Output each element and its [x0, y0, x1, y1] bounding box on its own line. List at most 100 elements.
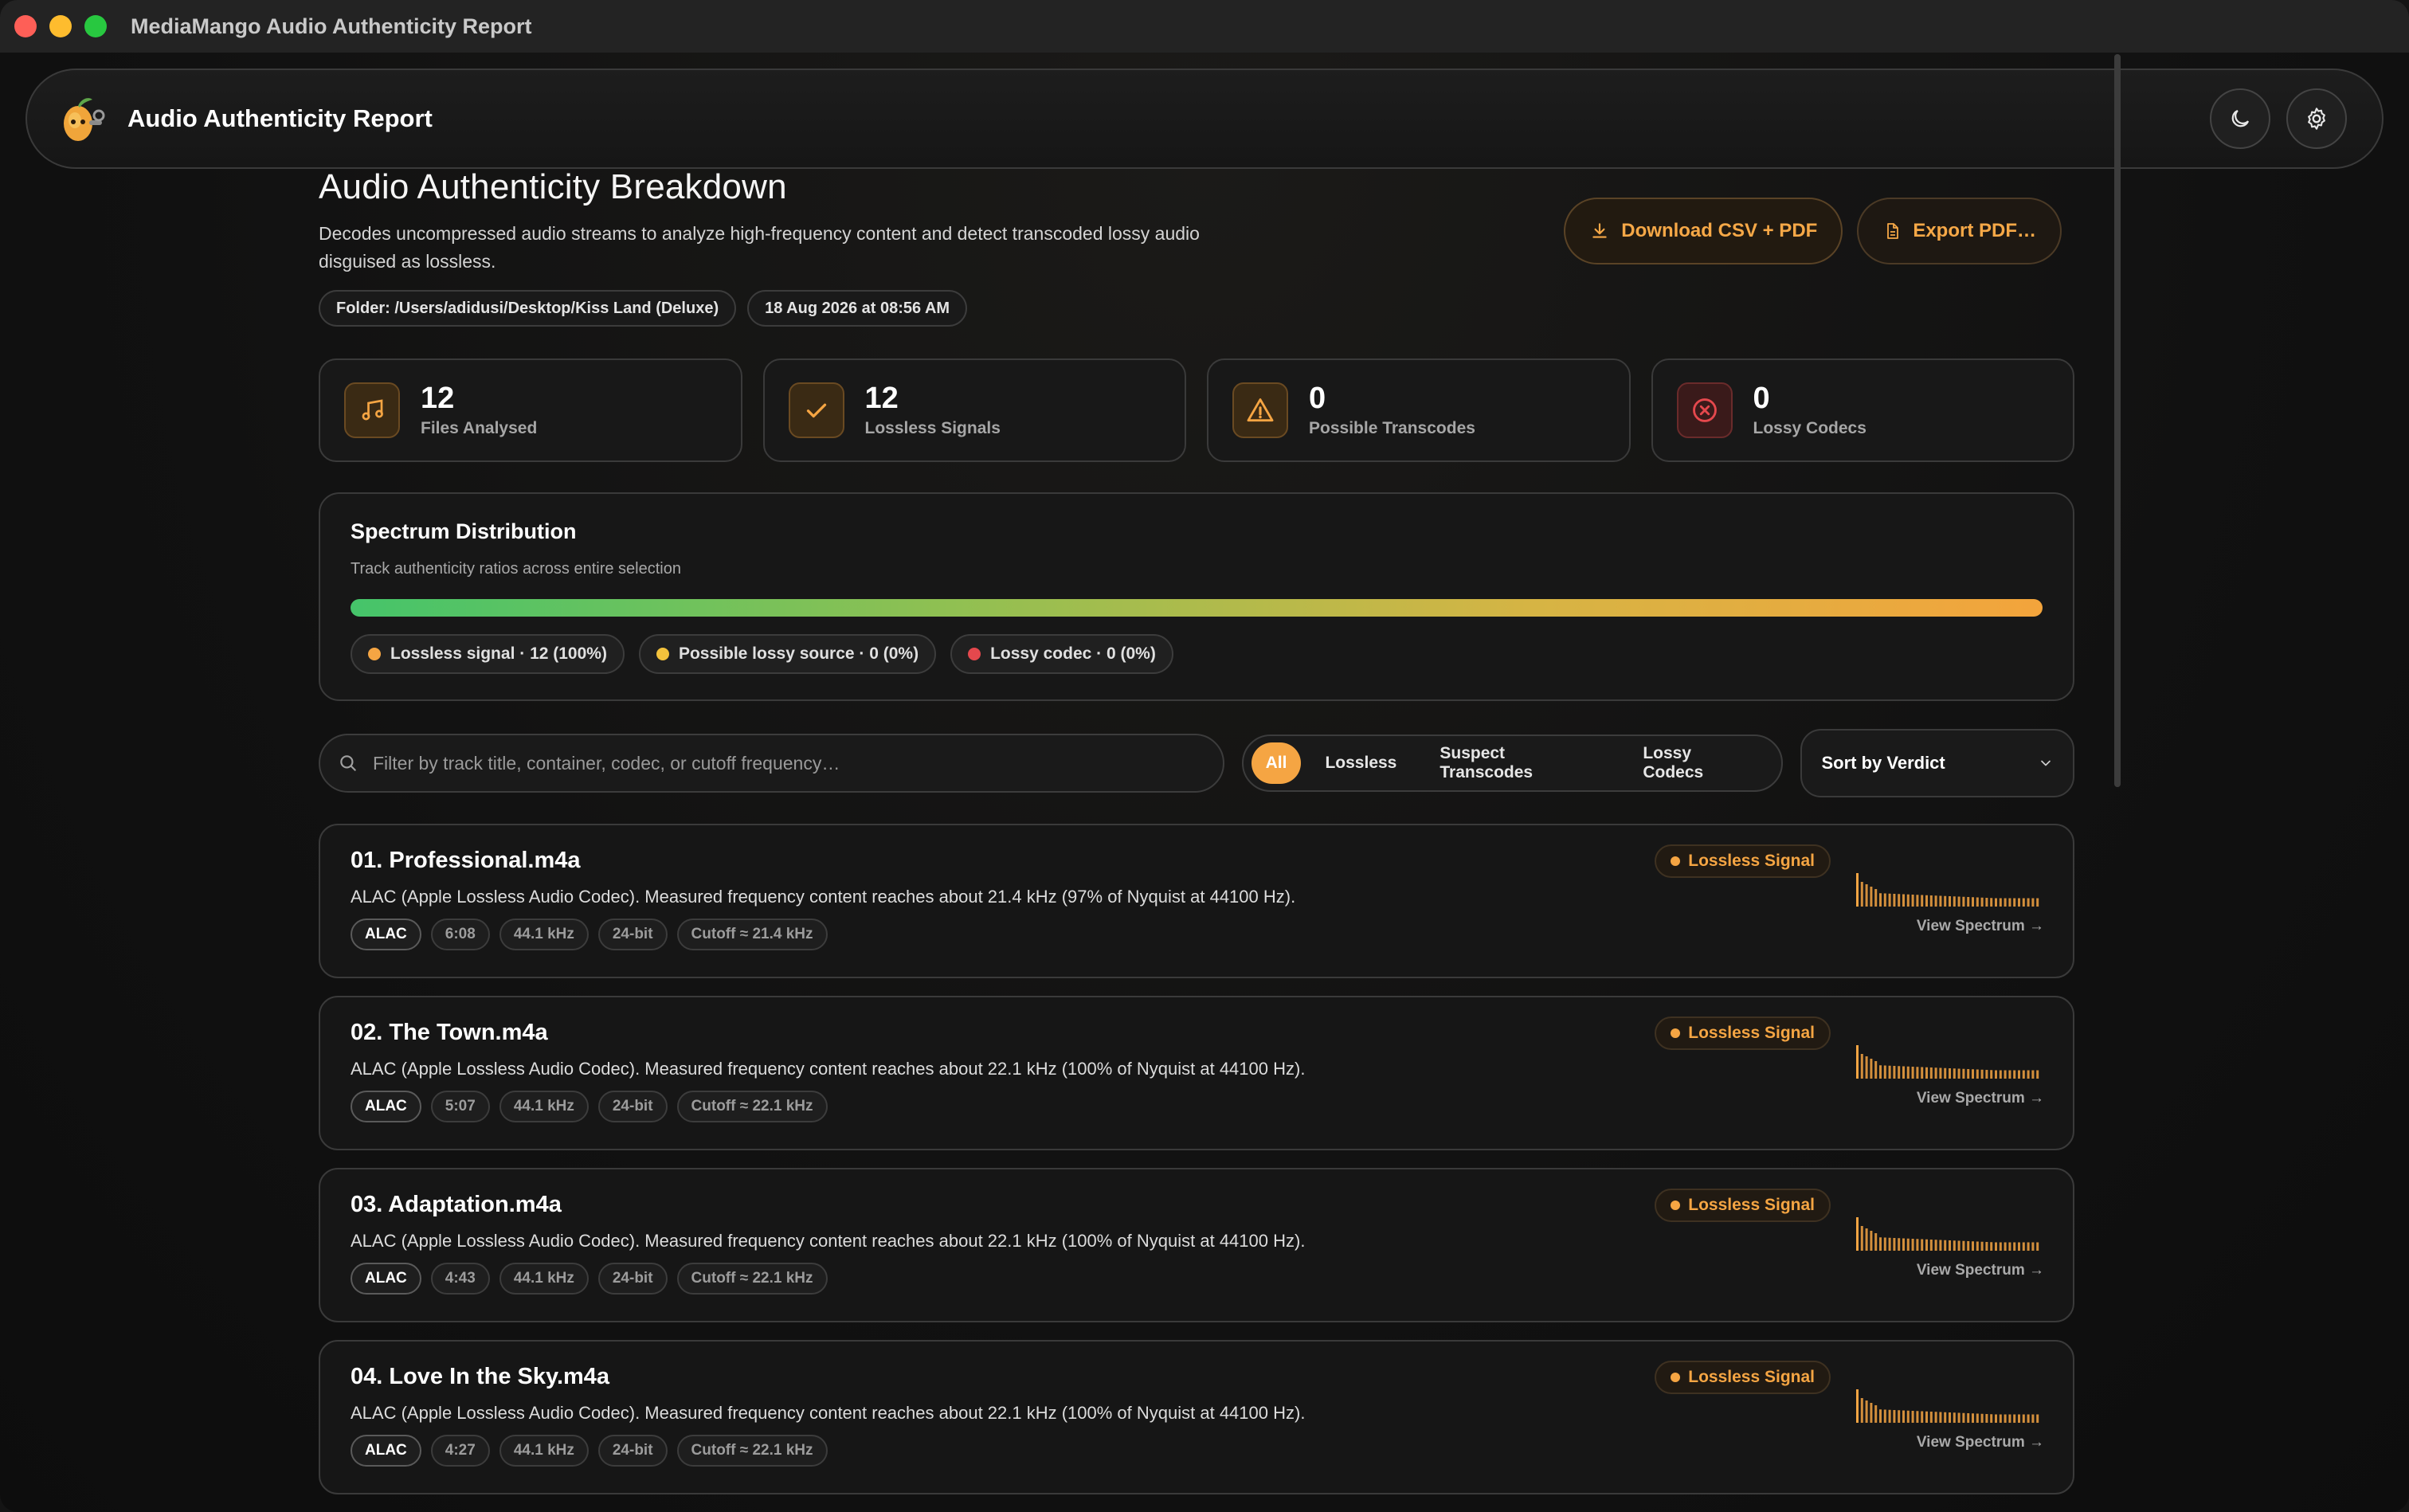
track-chips: ALAC 4:43 44.1 kHz 24-bit Cutoff ≈ 22.1 … — [351, 1263, 2043, 1295]
bit-depth-chip: 24-bit — [597, 1263, 668, 1295]
segment-lossless[interactable]: Lossless — [1306, 742, 1416, 784]
track-card[interactable]: 01. Professional.m4a ALAC (Apple Lossles… — [319, 824, 2074, 978]
warning-icon — [1232, 382, 1288, 438]
search-placeholder: Filter by track title, container, codec,… — [373, 752, 840, 774]
spectrum-legend: Lossless signal · 12 (100%) Possible los… — [351, 634, 2043, 674]
mini-spectrum-icon — [1856, 873, 2039, 907]
sample-rate-chip: 44.1 kHz — [499, 919, 589, 950]
stat-value: 0 — [1309, 382, 1326, 415]
bit-depth-chip: 24-bit — [597, 1091, 668, 1122]
track-description: ALAC (Apple Lossless Audio Codec). Measu… — [351, 1403, 1306, 1423]
chevron-down-icon — [2041, 760, 2051, 766]
search-icon — [340, 755, 356, 771]
mini-spectrum-icon — [1856, 1045, 2039, 1079]
checkmark-icon — [788, 382, 844, 438]
stat-lossy-codecs: 0 Lossy Codecs — [1651, 358, 2074, 462]
duration-chip: 6:08 — [430, 919, 490, 950]
stat-files-analysed: 12 Files Analysed — [319, 358, 742, 462]
mini-spectrum-icon — [1856, 1389, 2039, 1423]
minimize-window-button[interactable] — [49, 15, 72, 37]
verdict-label: Lossless Signal — [1688, 1196, 1815, 1214]
verdict-label: Lossless Signal — [1688, 852, 1815, 870]
theme-toggle-button[interactable] — [2210, 88, 2270, 149]
download-icon — [1592, 223, 1607, 238]
view-spectrum-link[interactable]: View Spectrum → — [1917, 1434, 2044, 1451]
view-spectrum-link[interactable]: View Spectrum → — [1917, 918, 2044, 935]
close-window-button[interactable] — [14, 15, 37, 37]
track-chips: ALAC 6:08 44.1 kHz 24-bit Cutoff ≈ 21.4 … — [351, 919, 2043, 950]
track-card[interactable]: 03. Adaptation.m4a ALAC (Apple Lossless … — [319, 1168, 2074, 1322]
track-description: ALAC (Apple Lossless Audio Codec). Measu… — [351, 1231, 1306, 1251]
segment-all[interactable]: All — [1251, 742, 1302, 784]
dot-icon — [368, 648, 381, 660]
track-card[interactable]: 02. The Town.m4a ALAC (Apple Lossless Au… — [319, 996, 2074, 1150]
verdict-label: Lossless Signal — [1688, 1024, 1815, 1042]
verdict-badge: Lossless Signal — [1655, 1361, 1831, 1394]
dot-icon — [1671, 1028, 1681, 1038]
music-note-icon — [344, 382, 400, 438]
track-chips: ALAC 4:27 44.1 kHz 24-bit Cutoff ≈ 22.1 … — [351, 1435, 2043, 1467]
mini-spectrum-icon — [1856, 1217, 2039, 1251]
legend-lossy-codec: Lossy codec · 0 (0%) — [950, 634, 1173, 674]
segment-lossy-codecs[interactable]: Lossy Codecs — [1624, 742, 1773, 784]
report-actions: Download CSV + PDF Export PDF… — [1564, 198, 2062, 264]
legend-label: Possible lossy source · 0 (0%) — [678, 644, 919, 663]
sample-rate-chip: 44.1 kHz — [499, 1263, 589, 1295]
zoom-window-button[interactable] — [84, 15, 107, 37]
verdict-badge: Lossless Signal — [1655, 1189, 1831, 1222]
app-window: MediaMango Audio Authenticity Report Aud… — [0, 0, 2409, 1512]
dot-icon — [1671, 856, 1681, 866]
mango-logo-icon — [54, 92, 108, 146]
export-pdf-button[interactable]: Export PDF… — [1857, 198, 2062, 264]
sort-dropdown[interactable]: Sort by Verdict — [1800, 729, 2074, 797]
document-icon — [1887, 223, 1899, 239]
dot-icon — [1671, 1201, 1681, 1210]
sample-rate-chip: 44.1 kHz — [499, 1091, 589, 1122]
track-description: ALAC (Apple Lossless Audio Codec). Measu… — [351, 887, 1296, 907]
cutoff-chip: Cutoff ≈ 22.1 kHz — [676, 1435, 828, 1467]
track-card[interactable]: 04. Love In the Sky.m4a ALAC (Apple Loss… — [319, 1340, 2074, 1494]
bit-depth-chip: 24-bit — [597, 919, 668, 950]
error-icon — [1676, 382, 1733, 438]
cutoff-chip: Cutoff ≈ 22.1 kHz — [676, 1263, 828, 1295]
window-controls — [14, 15, 107, 37]
legend-label: Lossy codec · 0 (0%) — [990, 644, 1156, 663]
stat-label: Lossless Signals — [864, 419, 1001, 437]
codec-chip: ALAC — [351, 1435, 421, 1467]
settings-button[interactable] — [2286, 88, 2347, 149]
cutoff-chip: Cutoff ≈ 22.1 kHz — [676, 1091, 828, 1122]
dot-icon — [656, 648, 669, 660]
verdict-badge: Lossless Signal — [1655, 1016, 1831, 1050]
spectrum-distribution-card: Spectrum Distribution Track authenticity… — [319, 492, 2074, 701]
sort-label: Sort by Verdict — [1821, 753, 1945, 773]
stat-label: Files Analysed — [421, 419, 538, 437]
view-spectrum-link[interactable]: View Spectrum → — [1917, 1262, 2044, 1279]
folder-chip: Folder: /Users/adidusi/Desktop/Kiss Land… — [319, 290, 737, 327]
stat-label: Possible Transcodes — [1309, 419, 1475, 437]
segment-suspect-transcodes[interactable]: Suspect Transcodes — [1420, 742, 1619, 784]
view-spectrum-link[interactable]: View Spectrum → — [1917, 1090, 2044, 1107]
export-label: Export PDF… — [1913, 220, 2036, 241]
spectrum-subtitle: Track authenticity ratios across entire … — [351, 560, 681, 578]
window-title: MediaMango Audio Authenticity Report — [131, 14, 532, 38]
stat-possible-transcodes: 0 Possible Transcodes — [1207, 358, 1631, 462]
codec-chip: ALAC — [351, 1263, 421, 1295]
app-title: Audio Authenticity Report — [127, 104, 433, 132]
legend-lossless: Lossless signal · 12 (100%) — [351, 634, 625, 674]
search-input[interactable]: Filter by track title, container, codec,… — [319, 734, 1224, 793]
download-csv-pdf-button[interactable]: Download CSV + PDF — [1564, 198, 1843, 264]
scrollbar-thumb[interactable] — [2114, 54, 2121, 787]
bit-depth-chip: 24-bit — [597, 1435, 668, 1467]
duration-chip: 4:27 — [430, 1435, 490, 1467]
stat-value: 0 — [1753, 382, 1770, 415]
dot-icon — [1671, 1373, 1681, 1382]
spectrum-title: Spectrum Distribution — [351, 519, 577, 543]
stat-label: Lossy Codecs — [1753, 419, 1866, 437]
date-chip: 18 Aug 2026 at 08:56 AM — [747, 290, 968, 327]
codec-chip: ALAC — [351, 919, 421, 950]
spectrum-ratio-bar — [351, 599, 2043, 617]
scrollbar[interactable] — [2114, 54, 2121, 787]
main-content: Audio Authenticity Breakdown Decodes unc… — [319, 167, 2074, 1494]
duration-chip: 4:43 — [430, 1263, 490, 1295]
sample-rate-chip: 44.1 kHz — [499, 1435, 589, 1467]
